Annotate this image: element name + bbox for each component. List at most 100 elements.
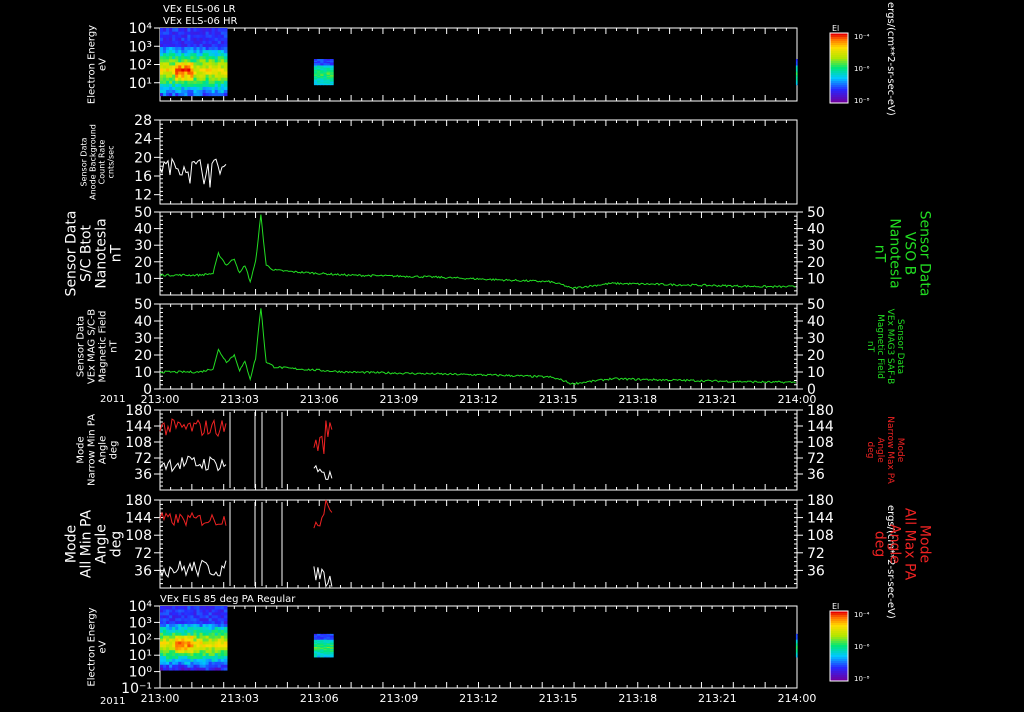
p6-series-white: [159, 559, 227, 578]
x-tick-label-mid: 213:21: [698, 393, 737, 406]
p6-ytick-label: 144: [125, 511, 152, 527]
p4-ytick-label-right: 20: [807, 348, 825, 364]
p7-colorbar-title: El: [832, 602, 839, 611]
x-tick-label-mid: 214:00: [778, 393, 817, 406]
p1-ylabel-line: Electron Energy: [87, 25, 98, 104]
p4-ytick-label: 10: [134, 365, 152, 381]
p3-right-label-line: Sensor Data: [917, 211, 933, 297]
p3-ytick-label-right: 30: [807, 238, 825, 254]
p3-ytick-label-right: 20: [807, 255, 825, 271]
p6-frame: [159, 499, 798, 589]
p7-ylabel-line: eV: [98, 640, 109, 653]
x-tick-label-bottom: 213:21: [698, 692, 737, 705]
p1-colorbar-title: El: [832, 24, 839, 33]
x-tick-label-bottom: 213:15: [539, 692, 578, 705]
p1-ylabel-line: eV: [98, 58, 109, 71]
p4-ytick-label-right: 40: [807, 314, 825, 330]
p2-series-white: [159, 157, 227, 188]
p1-frame: [159, 27, 798, 102]
p2-ytick-label: 20: [134, 150, 152, 166]
p7-frame: [159, 605, 798, 689]
p2-frame: [159, 119, 798, 205]
bottom-title: VEx ELS 85 deg PA Regular: [160, 594, 296, 605]
p1-ytick-label: 10²: [129, 58, 152, 74]
year-label-1: 2011: [100, 394, 125, 405]
p6-ytick-label: 36: [134, 563, 152, 579]
p3-ytick-label-right: 50: [807, 205, 825, 221]
x-tick-label-bottom: 213:18: [618, 692, 657, 705]
p2-ytick-label: 12: [134, 188, 152, 204]
p4-ytick-label: 50: [134, 297, 152, 313]
top-title-hr: VEx ELS-06 HR: [163, 16, 238, 27]
p6-right-label-line: Mode: [917, 525, 933, 563]
p7-ylabel-line: Electron Energy: [87, 607, 98, 686]
p6-ytick-label-right: 72: [807, 546, 825, 562]
p4-frame: [159, 303, 798, 390]
p1-colorbar-tick: 10⁻⁸: [854, 97, 870, 105]
p2-ytick-label: 16: [134, 169, 152, 185]
p4-right-label-line: Sensor Data: [895, 319, 905, 374]
p4-ylabel-line: Magnetic Field: [98, 310, 109, 382]
p3-ytick-label: 40: [134, 222, 152, 238]
p5-ylabel-line: deg: [109, 441, 120, 460]
p6-ytick-label: 72: [134, 546, 152, 562]
p5-right-label-line: deg: [865, 442, 875, 459]
p1-colorbar-tick: 10⁻⁴: [854, 33, 870, 41]
x-tick-label-bottom: 213:00: [141, 692, 180, 705]
p5-frame: [159, 409, 798, 491]
p4-ytick-label: 30: [134, 331, 152, 347]
p4-series-green: [159, 308, 797, 385]
p4-right-label-line: Magnetic Field: [875, 314, 885, 379]
p3-ytick-label: 50: [134, 205, 152, 221]
p5-right-label-line: Angle: [875, 437, 885, 463]
p5-ytick-label: 36: [134, 467, 152, 483]
x-tick-label-bottom: 213:06: [300, 692, 339, 705]
x-tick-label-mid: 213:09: [380, 393, 419, 406]
x-tick-label-mid: 213:03: [220, 393, 259, 406]
p2-ylabel-line: cnts/sec: [107, 146, 116, 179]
p1-heat-cell: [223, 28, 228, 32]
p5-right-label-line: Mode: [895, 438, 905, 463]
p6-ylabel-line: Mode: [64, 525, 80, 563]
p5-ytick-label: 108: [125, 435, 152, 451]
p6-ytick-label-right: 108: [807, 528, 834, 544]
p5-ylabel-line: Narrow Min PA: [87, 414, 98, 486]
p4-ylabel-line: VEx MAG S/C-B: [87, 309, 98, 384]
p2-ylabel-line: Count Rate: [98, 140, 107, 185]
chart-stage: VEx ELS-06 LR VEx ELS-06 HR VEx ELS 85 d…: [0, 0, 1024, 708]
p3-ylabel-line: Nanotesla: [94, 218, 110, 288]
p5-ytick-label: 144: [125, 419, 152, 435]
p4-right-label-line: VEx MAG3 SAF-B: [885, 309, 895, 385]
p1-ytick-label: 10³: [129, 39, 152, 55]
p4-ytick-label-right: 50: [807, 297, 825, 313]
p1-heat-cell: [796, 59, 798, 61]
p7-ytick-label: 10⁰: [129, 665, 153, 681]
p3-right-label-line: VSO B: [902, 232, 918, 276]
x-tick-label-mid: 213:06: [300, 393, 339, 406]
p7-ytick-label: 10²: [129, 632, 152, 648]
p4-ytick-label: 20: [134, 348, 152, 364]
p2-ytick-label: 28: [134, 113, 152, 129]
p6-ytick-label: 108: [125, 528, 152, 544]
x-tick-label-bottom: 213:03: [220, 692, 259, 705]
p4-ytick-label: 40: [134, 314, 152, 330]
p3-ylabel-line: Sensor Data: [64, 211, 80, 297]
p7-colorbar-tick: 10⁻⁸: [854, 675, 870, 683]
top-title-lr: VEx ELS-06 LR: [163, 4, 236, 15]
p6-ytick-label: 180: [125, 493, 152, 509]
p5-series-red: [313, 420, 333, 455]
p4-ylabel-line: nT: [109, 339, 120, 352]
p3-series-green: [159, 214, 796, 290]
p7-colorbar-tick: 10⁻⁶: [854, 643, 870, 651]
p5-ylabel-line: Angle: [98, 436, 109, 464]
year-label-2: 2011: [100, 696, 125, 707]
p5-series-white: [159, 455, 227, 473]
p5-ylabel-line: Mode: [76, 436, 87, 463]
p5-series-red: [159, 418, 227, 438]
p3-ylabel-line: S/C Btot: [79, 225, 95, 282]
p4-ylabel-line: Sensor Data: [76, 316, 87, 377]
p5-ytick-label-right: 36: [807, 467, 825, 483]
p5-series-white: [313, 464, 333, 480]
p3-ytick-label: 10: [134, 271, 152, 287]
p6-right-label-line: All Max PA: [902, 508, 918, 581]
